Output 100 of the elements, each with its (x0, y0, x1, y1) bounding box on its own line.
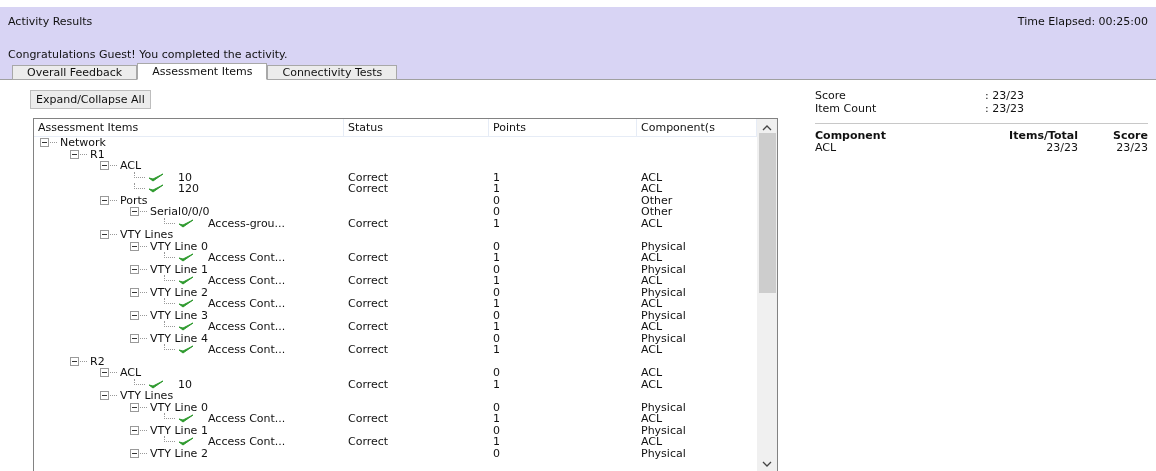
points-cell-text: 0 (492, 285, 500, 299)
collapse-icon[interactable] (130, 333, 139, 343)
points-cell-text: 1 (492, 297, 500, 310)
collapse-icon[interactable] (130, 264, 139, 274)
collapse-icon[interactable] (100, 391, 109, 401)
tab[interactable]: Overall Feedback (12, 65, 138, 80)
tree-item[interactable]: 10 (178, 171, 192, 183)
component-cell-text: ACL (640, 251, 663, 264)
time-elapsed: Time Elapsed: 00:25:00 (1017, 14, 1148, 28)
column-header: Score (1112, 129, 1148, 142)
component-cell-text: ACL (640, 366, 663, 379)
tree-item[interactable]: VTY Line 4 (150, 332, 208, 344)
tree-item[interactable]: Access Cont... (208, 413, 286, 425)
collapse-icon[interactable] (130, 310, 139, 320)
component-cell-text: Other (640, 205, 673, 218)
tree-item[interactable]: Network (60, 137, 106, 149)
tree-item[interactable]: Serial0/0/0 (150, 206, 210, 218)
points-cell-text: 1 (492, 274, 500, 287)
scroll-thumb[interactable] (758, 133, 776, 293)
points-cell-text: 0 (492, 239, 500, 253)
tree-item[interactable]: ACL (120, 160, 142, 172)
tree-item[interactable]: 120 (178, 183, 199, 195)
points-cell-text: 0 (492, 423, 500, 437)
points-cell-text: 0 (492, 366, 500, 379)
tree-item[interactable]: Access Cont... (208, 436, 286, 448)
scrollbar[interactable] (757, 119, 777, 471)
component-cell-text: ACL (640, 377, 663, 391)
collapse-icon[interactable] (70, 149, 79, 159)
scroll-down-icon[interactable] (762, 461, 772, 468)
component-cell-text: Physical (640, 308, 686, 322)
points-cell-text: 0 (492, 331, 500, 345)
tree-item[interactable]: VTY Line 0 (150, 240, 208, 252)
component-cell-text: Other (640, 193, 673, 207)
points-cell-text: 1 (492, 216, 500, 230)
collapse-icon[interactable] (130, 241, 139, 251)
component-cell-text: ACL (640, 274, 663, 287)
component-cell-text: Physical (640, 239, 686, 253)
summary-label: Item Count (815, 103, 878, 116)
tree-item[interactable]: Access Cont... (208, 298, 286, 310)
column-header[interactable]: Assessment Items (34, 119, 344, 136)
component-cell-text: Physical (640, 446, 686, 460)
tree-item[interactable]: VTY Line 0 (150, 401, 208, 413)
points-cell-text: 1 (492, 182, 500, 195)
collapse-icon[interactable] (130, 402, 139, 412)
collapse-icon[interactable] (130, 287, 139, 297)
tree-item[interactable]: Ports (120, 194, 148, 206)
tree-item[interactable]: Access Cont... (208, 321, 286, 333)
completion-message: Congratulations Guest! You completed the activity. (8, 48, 289, 61)
tree-item[interactable]: VTY Line 1 (150, 424, 208, 436)
tree-item[interactable]: ACL (120, 367, 142, 379)
tree-item[interactable]: Access Cont... (208, 252, 286, 264)
collapse-icon[interactable] (130, 448, 139, 458)
tree-item[interactable]: 10 (178, 378, 192, 390)
component-cell-text: ACL (640, 182, 663, 195)
tree-item[interactable]: VTY Lines (120, 229, 174, 241)
column-header[interactable]: Status (344, 119, 489, 136)
tree-item[interactable]: R2 (90, 355, 105, 367)
tree-item[interactable]: Access Cont... (208, 275, 286, 287)
status-cell-text: Correct (347, 170, 389, 184)
points-cell-text: 1 (492, 435, 500, 448)
points-cell-text: 0 (492, 308, 500, 322)
collapse-icon[interactable] (100, 230, 109, 240)
collapse-icon[interactable] (130, 207, 139, 217)
tree-item[interactable]: VTY Line 3 (150, 309, 208, 321)
items-total: 23/23 (1045, 142, 1078, 154)
status-cell-text: Correct (347, 435, 389, 448)
tab[interactable]: Assessment Items (137, 63, 268, 80)
tree-item[interactable]: VTY Line 2 (150, 286, 208, 298)
status-cell-text: Correct (347, 320, 389, 333)
tree-item[interactable]: Access-grou... (208, 217, 286, 229)
tab[interactable]: Connectivity Tests (267, 65, 398, 80)
status-cell-text: Correct (347, 274, 389, 287)
tree-item[interactable]: VTY Line 1 (150, 263, 208, 275)
points-cell-text: 1 (492, 251, 500, 264)
collapse-icon[interactable] (70, 356, 79, 366)
collapse-icon[interactable] (40, 138, 49, 148)
component-cell-text: Physical (640, 400, 686, 414)
collapse-icon[interactable] (100, 368, 109, 378)
points-cell-text: 0 (492, 193, 500, 207)
collapse-icon[interactable] (130, 425, 139, 435)
collapse-icon[interactable] (100, 195, 109, 205)
points-cell-text: 1 (492, 170, 500, 184)
expand-collapse-button[interactable]: Expand/Collapse All (30, 90, 151, 109)
component-cell-text: Physical (640, 423, 686, 437)
scroll-up-icon[interactable] (762, 124, 772, 131)
points-cell-text: 1 (492, 412, 500, 425)
status-cell-text: Correct (347, 412, 389, 425)
tree-item[interactable]: VTY Lines (120, 390, 174, 402)
component-cell-text: ACL (640, 343, 663, 356)
tree-item[interactable]: Access Cont... (208, 344, 286, 356)
tree-item[interactable]: R1 (90, 148, 105, 160)
component-name: ACL (815, 142, 838, 154)
points-cell-text: 0 (492, 446, 500, 460)
summary-value: : 23/23 (985, 90, 1025, 103)
column-header[interactable]: Points (489, 119, 637, 136)
tree-item[interactable]: VTY Line 2 (150, 447, 208, 459)
points-cell-text: 0 (492, 400, 500, 414)
summary-label: Score (815, 90, 847, 103)
collapse-icon[interactable] (100, 161, 109, 171)
status-cell-text: Correct (347, 251, 389, 264)
